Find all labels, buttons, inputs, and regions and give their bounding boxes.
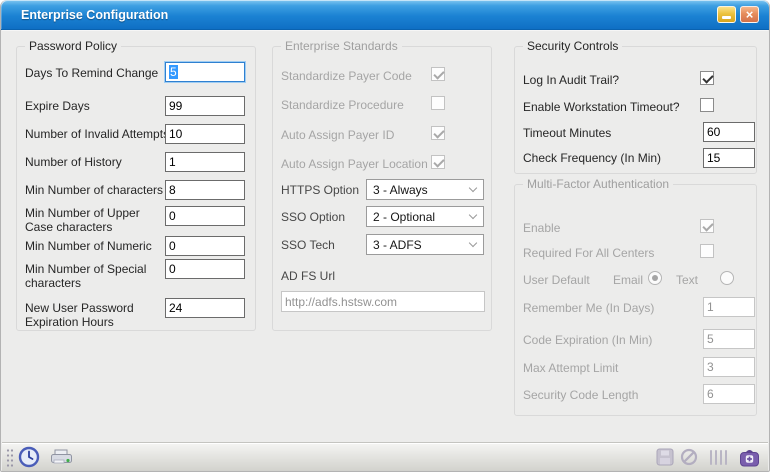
- security-code-length-input[interactable]: [703, 384, 755, 404]
- timeout-minutes-input[interactable]: [703, 122, 755, 142]
- min-special-input[interactable]: [165, 259, 245, 279]
- new-user-expiration-label: New User Password Expiration Hours: [25, 301, 147, 329]
- https-option-label: HTTPS Option: [281, 183, 359, 197]
- selected-text: 5: [169, 65, 178, 79]
- invalid-attempts-label: Number of Invalid Attempts: [25, 127, 169, 141]
- close-button[interactable]: ×: [740, 6, 759, 23]
- expire-days-input[interactable]: [165, 96, 245, 116]
- min-special-label: Min Number of Special characters: [25, 262, 147, 290]
- login-audit-trail-checkbox[interactable]: [700, 71, 714, 85]
- sso-option-label: SSO Option: [281, 210, 345, 224]
- status-bar: [2, 442, 768, 471]
- clock-icon[interactable]: [18, 446, 40, 468]
- group-title: Multi-Factor Authentication: [523, 177, 673, 191]
- max-attempt-limit-input[interactable]: [703, 357, 755, 377]
- email-radio[interactable]: [648, 271, 662, 285]
- titlebar-buttons: ×: [717, 6, 759, 23]
- sso-tech-label: SSO Tech: [281, 238, 335, 252]
- security-controls-group: Security Controls Log In Audit Trail? En…: [514, 46, 757, 174]
- min-characters-label: Min Number of characters: [25, 183, 163, 197]
- login-audit-trail-label: Log In Audit Trail?: [523, 73, 619, 87]
- dialog-content: Password Policy Days To Remind Change 5 …: [2, 30, 768, 442]
- titlebar[interactable]: Enterprise Configuration ×: [1, 0, 769, 30]
- enterprise-configuration-window: Enterprise Configuration × Password Poli…: [0, 0, 770, 472]
- number-of-history-label: Number of History: [25, 155, 122, 169]
- check-frequency-label: Check Frequency (In Min): [523, 151, 661, 165]
- mfa-group: Multi-Factor Authentication Enable Requi…: [514, 184, 757, 416]
- minimize-icon: [722, 16, 731, 19]
- required-all-centers-label: Required For All Centers: [523, 246, 654, 260]
- text-radio[interactable]: [720, 271, 734, 285]
- standardize-payer-code-checkbox[interactable]: [431, 67, 445, 81]
- user-default-label: User Default: [523, 273, 590, 287]
- standardize-procedure-checkbox[interactable]: [431, 96, 445, 110]
- new-user-expiration-input[interactable]: [165, 298, 245, 318]
- sso-tech-select[interactable]: 3 - ADFS: [366, 234, 484, 255]
- chevron-down-icon: [469, 239, 477, 247]
- statusbar-right-toolbar: [653, 448, 768, 467]
- standardize-procedure-label: Standardize Procedure: [281, 98, 404, 112]
- min-numeric-label: Min Number of Numeric: [25, 239, 152, 253]
- security-code-length-label: Security Code Length: [523, 388, 638, 402]
- code-expiration-label: Code Expiration (In Min): [523, 333, 652, 347]
- enable-workstation-timeout-label: Enable Workstation Timeout?: [523, 100, 680, 114]
- min-uppercase-label: Min Number of Upper Case characters: [25, 206, 147, 234]
- min-numeric-input[interactable]: [165, 236, 245, 256]
- save-icon[interactable]: [656, 448, 674, 466]
- adfs-url-label: AD FS Url: [281, 269, 335, 283]
- standardize-payer-code-label: Standardize Payer Code: [281, 69, 412, 83]
- minimize-button[interactable]: [717, 6, 736, 23]
- invalid-attempts-input[interactable]: [165, 124, 245, 144]
- code-expiration-input[interactable]: [703, 329, 755, 349]
- https-option-select[interactable]: 3 - Always: [366, 179, 484, 200]
- chevron-down-icon: [469, 211, 477, 219]
- remember-me-input[interactable]: [703, 297, 755, 317]
- sso-option-select[interactable]: 2 - Optional: [366, 206, 484, 227]
- days-to-remind-change-input[interactable]: 5: [165, 62, 245, 82]
- check-frequency-input[interactable]: [703, 148, 755, 168]
- number-of-history-input[interactable]: [165, 152, 245, 172]
- remember-me-label: Remember Me (In Days): [523, 301, 654, 315]
- min-uppercase-input[interactable]: [165, 206, 245, 226]
- https-option-value: 3 - Always: [373, 183, 428, 197]
- auto-assign-payer-location-label: Auto Assign Payer Location: [281, 157, 428, 171]
- min-characters-input[interactable]: [165, 180, 245, 200]
- window-title: Enterprise Configuration: [21, 8, 168, 22]
- required-all-centers-checkbox[interactable]: [700, 244, 714, 258]
- sso-option-value: 2 - Optional: [373, 210, 435, 224]
- chevron-down-icon: [469, 184, 477, 192]
- max-attempt-limit-label: Max Attempt Limit: [523, 361, 618, 375]
- text-option-label: Text: [676, 273, 698, 287]
- group-title: Security Controls: [523, 39, 622, 53]
- timeout-minutes-label: Timeout Minutes: [523, 126, 611, 140]
- enterprise-standards-group: Enterprise Standards Standardize Payer C…: [272, 46, 492, 331]
- auto-assign-payer-id-label: Auto Assign Payer ID: [281, 128, 394, 142]
- close-icon: ×: [746, 8, 754, 21]
- expire-days-label: Expire Days: [25, 99, 90, 113]
- password-policy-group: Password Policy Days To Remind Change 5 …: [16, 46, 256, 331]
- mfa-enable-label: Enable: [523, 221, 560, 235]
- auto-assign-payer-location-checkbox[interactable]: [431, 155, 445, 169]
- mfa-enable-checkbox[interactable]: [700, 219, 714, 233]
- days-to-remind-change-label: Days To Remind Change: [25, 66, 158, 80]
- enable-workstation-timeout-checkbox[interactable]: [700, 98, 714, 112]
- auto-assign-payer-id-checkbox[interactable]: [431, 126, 445, 140]
- resize-grip-lines[interactable]: [710, 450, 727, 465]
- cancel-icon[interactable]: [680, 448, 698, 466]
- sso-tech-value: 3 - ADFS: [373, 238, 422, 252]
- group-title: Enterprise Standards: [281, 39, 402, 53]
- email-option-label: Email: [613, 273, 643, 287]
- printer-icon[interactable]: [50, 448, 73, 466]
- add-kit-icon[interactable]: [739, 448, 760, 467]
- toolbar-grip-handle[interactable]: [5, 447, 13, 467]
- adfs-url-input[interactable]: [281, 291, 485, 312]
- group-title: Password Policy: [25, 39, 121, 53]
